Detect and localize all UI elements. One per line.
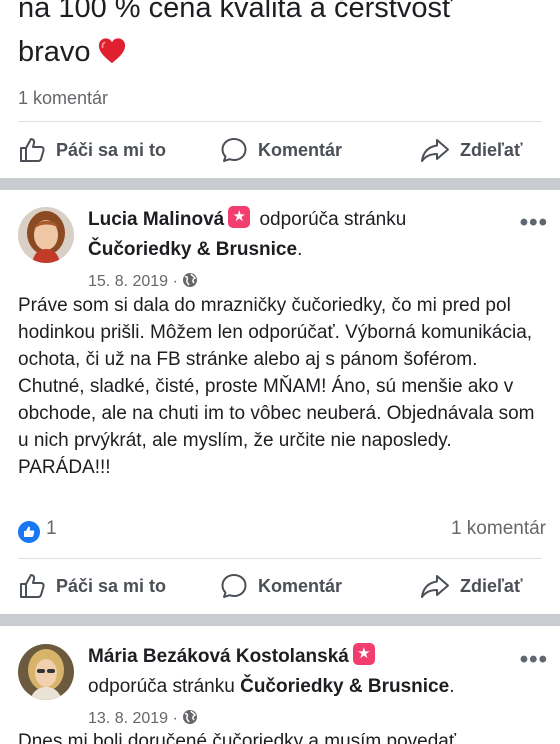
share-button[interactable]: Zdieľať: [420, 564, 523, 608]
globe-icon: [183, 710, 198, 724]
comment-bubble-icon: [221, 574, 247, 598]
avatar[interactable]: [18, 644, 74, 700]
recommends-text: odporúča stránku: [88, 676, 235, 697]
previous-post-comment-count[interactable]: 1 komentár: [18, 88, 108, 109]
heart-emoji-icon: [98, 38, 125, 64]
review-header: Mária Bezáková Kostolanská ★ odporúča str…: [18, 642, 548, 732]
like-button[interactable]: Páči sa mi to: [18, 128, 166, 172]
share-arrow-icon: [421, 575, 449, 598]
previous-post-line1: na 100 % cena kvalita a čerstvosť: [18, 0, 453, 24]
recommends-text: odporúča stránku: [259, 209, 407, 230]
more-dots-icon[interactable]: •••: [520, 209, 548, 237]
avatar-image: [18, 207, 74, 263]
like-reaction-icon[interactable]: [18, 521, 40, 543]
previous-post-line2: bravo: [18, 30, 548, 74]
comment-label: Komentár: [258, 575, 343, 596]
review-header: Lucia Malinová ★ odporúča stránku Čučorie…: [18, 205, 548, 295]
page-name[interactable]: Čučoriedky & Brusnice: [88, 239, 297, 260]
meta-separator: ·: [172, 273, 183, 290]
recommend-badge-icon: ★: [228, 206, 251, 228]
page-name-period: .: [297, 239, 303, 260]
avatar-image: [18, 644, 74, 700]
comment-button[interactable]: Komentár: [220, 128, 342, 172]
post-date[interactable]: 15. 8. 2019: [88, 273, 168, 290]
comment-label: Komentár: [258, 139, 343, 160]
share-label: Zdieľať: [460, 575, 523, 596]
globe-icon: [183, 273, 198, 287]
thumbs-up-icon: [20, 138, 45, 162]
author-name[interactable]: Lucia Malinová: [88, 209, 224, 230]
review-body: Dnes mi boli doručené čučoriedky a musím…: [18, 731, 457, 744]
page-name[interactable]: Čučoriedky & Brusnice: [240, 676, 449, 697]
divider: [18, 121, 542, 122]
review-body: Práve som si dala do mrazničky čučoriedk…: [18, 295, 535, 478]
divider: [18, 558, 542, 559]
reaction-summary: 1 1 komentár: [18, 518, 546, 548]
like-button[interactable]: Páči sa mi to: [18, 564, 166, 608]
action-bar: Páči sa mi to Komentár Zdieľať: [0, 564, 560, 608]
like-label: Páči sa mi to: [56, 575, 167, 596]
page-name-period: .: [449, 676, 455, 697]
comment-bubble-icon: [221, 138, 247, 162]
action-bar: Páči sa mi to Komentár Zdieľať: [0, 128, 560, 172]
post-date[interactable]: 13. 8. 2019: [88, 710, 168, 727]
previous-post-line2-text: bravo: [18, 36, 91, 68]
review-header-text: Mária Bezáková Kostolanská ★ odporúča str…: [88, 642, 508, 734]
review-comment-count[interactable]: 1 komentár: [451, 518, 546, 540]
post-separator: [0, 614, 560, 626]
comment-button[interactable]: Komentár: [220, 564, 342, 608]
recommend-badge-icon: ★: [352, 643, 375, 665]
like-count[interactable]: 1: [46, 518, 57, 540]
share-label: Zdieľať: [460, 139, 523, 160]
review-header-text: Lucia Malinová ★ odporúča stránku Čučorie…: [88, 205, 508, 297]
author-name[interactable]: Mária Bezáková Kostolanská: [88, 646, 349, 667]
meta-separator: ·: [172, 710, 183, 727]
share-button[interactable]: Zdieľať: [420, 128, 523, 172]
share-arrow-icon: [421, 139, 449, 162]
avatar[interactable]: [18, 207, 74, 263]
thumbs-up-icon: [20, 574, 45, 598]
previous-post-text: na 100 % cena kvalita a čerstvosť bravo: [18, 0, 548, 74]
post-separator: [0, 178, 560, 190]
more-dots-icon[interactable]: •••: [520, 646, 548, 674]
like-label: Páči sa mi to: [56, 139, 167, 160]
